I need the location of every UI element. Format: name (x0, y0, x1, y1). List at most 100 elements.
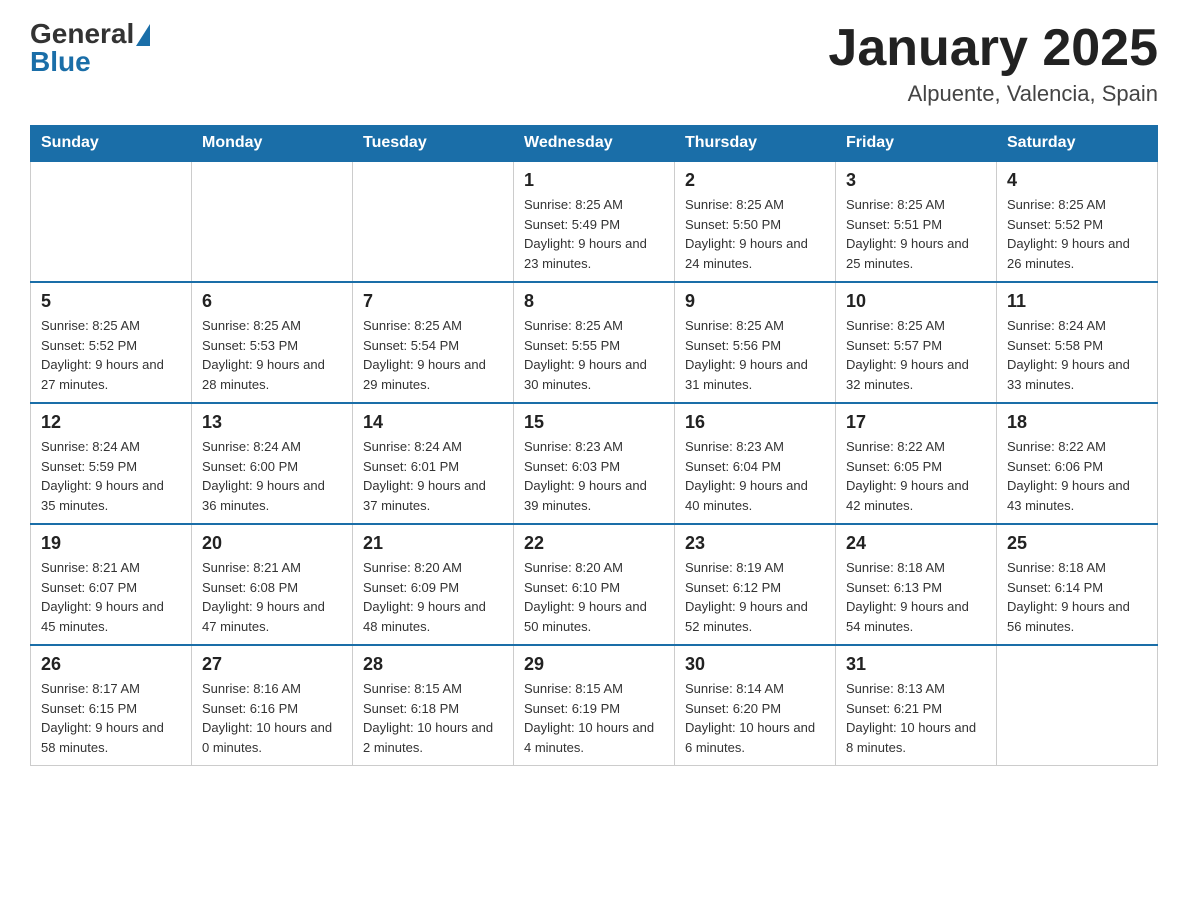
cell-day-number: 6 (202, 291, 342, 312)
cell-info-text: Sunrise: 8:20 AM Sunset: 6:10 PM Dayligh… (524, 558, 664, 636)
cell-day-number: 20 (202, 533, 342, 554)
logo: General Blue (30, 20, 150, 76)
cell-day-number: 14 (363, 412, 503, 433)
cell-info-text: Sunrise: 8:23 AM Sunset: 6:04 PM Dayligh… (685, 437, 825, 515)
calendar-cell: 28Sunrise: 8:15 AM Sunset: 6:18 PM Dayli… (353, 645, 514, 766)
cell-info-text: Sunrise: 8:21 AM Sunset: 6:07 PM Dayligh… (41, 558, 181, 636)
cell-info-text: Sunrise: 8:22 AM Sunset: 6:06 PM Dayligh… (1007, 437, 1147, 515)
calendar-cell (997, 645, 1158, 766)
calendar-cell: 29 Sunrise: 8:15 AM Sunset: 6:19 PM Dayli… (514, 645, 675, 766)
calendar-week-row: 26 Sunrise: 8:17 AM Sunset: 6:15 PM Dayli… (31, 645, 1158, 766)
calendar-cell: 23 Sunrise: 8:19 AM Sunset: 6:12 PM Dayli… (675, 524, 836, 645)
column-header-thursday: Thursday (675, 126, 836, 162)
calendar-cell: 22Sunrise: 8:20 AM Sunset: 6:10 PM Dayli… (514, 524, 675, 645)
calendar-cell: 8 Sunrise: 8:25 AM Sunset: 5:55 PM Daylig… (514, 282, 675, 403)
cell-info-text: Sunrise: 8:17 AM Sunset: 6:15 PM Dayligh… (41, 679, 181, 757)
cell-info-text: Sunrise: 8:22 AM Sunset: 6:05 PM Dayligh… (846, 437, 986, 515)
cell-info-text: Sunrise: 8:25 AM Sunset: 5:50 PM Dayligh… (685, 195, 825, 273)
calendar-cell: 4 Sunrise: 8:25 AM Sunset: 5:52 PM Daylig… (997, 161, 1158, 282)
cell-info-text: Sunrise: 8:21 AM Sunset: 6:08 PM Dayligh… (202, 558, 342, 636)
cell-info-text: Sunrise: 8:16 AM Sunset: 6:16 PM Dayligh… (202, 679, 342, 757)
cell-day-number: 27 (202, 654, 342, 675)
calendar-cell: 1Sunrise: 8:25 AM Sunset: 5:49 PM Daylig… (514, 161, 675, 282)
calendar-cell: 27 Sunrise: 8:16 AM Sunset: 6:16 PM Dayli… (192, 645, 353, 766)
cell-day-number: 30 (685, 654, 825, 675)
calendar-cell: 9 Sunrise: 8:25 AM Sunset: 5:56 PM Daylig… (675, 282, 836, 403)
calendar-cell: 15Sunrise: 8:23 AM Sunset: 6:03 PM Dayli… (514, 403, 675, 524)
cell-info-text: Sunrise: 8:13 AM Sunset: 6:21 PM Dayligh… (846, 679, 986, 757)
cell-info-text: Sunrise: 8:25 AM Sunset: 5:52 PM Dayligh… (1007, 195, 1147, 273)
column-header-wednesday: Wednesday (514, 126, 675, 162)
cell-day-number: 2 (685, 170, 825, 191)
calendar-cell: 25Sunrise: 8:18 AM Sunset: 6:14 PM Dayli… (997, 524, 1158, 645)
logo-blue-text: Blue (30, 48, 150, 76)
calendar-cell: 10 Sunrise: 8:25 AM Sunset: 5:57 PM Dayli… (836, 282, 997, 403)
page-header: General Blue January 2025 Alpuente, Vale… (30, 20, 1158, 107)
calendar-cell: 21 Sunrise: 8:20 AM Sunset: 6:09 PM Dayli… (353, 524, 514, 645)
cell-info-text: Sunrise: 8:25 AM Sunset: 5:53 PM Dayligh… (202, 316, 342, 394)
cell-day-number: 8 (524, 291, 664, 312)
calendar-cell: 20 Sunrise: 8:21 AM Sunset: 6:08 PM Dayli… (192, 524, 353, 645)
column-header-tuesday: Tuesday (353, 126, 514, 162)
cell-day-number: 10 (846, 291, 986, 312)
cell-day-number: 24 (846, 533, 986, 554)
calendar-week-row: 5Sunrise: 8:25 AM Sunset: 5:52 PM Daylig… (31, 282, 1158, 403)
calendar-cell: 13 Sunrise: 8:24 AM Sunset: 6:00 PM Dayli… (192, 403, 353, 524)
calendar-cell: 26 Sunrise: 8:17 AM Sunset: 6:15 PM Dayli… (31, 645, 192, 766)
cell-day-number: 19 (41, 533, 181, 554)
calendar-cell (31, 161, 192, 282)
cell-day-number: 15 (524, 412, 664, 433)
cell-info-text: Sunrise: 8:20 AM Sunset: 6:09 PM Dayligh… (363, 558, 503, 636)
calendar-cell (192, 161, 353, 282)
cell-info-text: Sunrise: 8:18 AM Sunset: 6:13 PM Dayligh… (846, 558, 986, 636)
cell-info-text: Sunrise: 8:24 AM Sunset: 5:59 PM Dayligh… (41, 437, 181, 515)
cell-info-text: Sunrise: 8:24 AM Sunset: 5:58 PM Dayligh… (1007, 316, 1147, 394)
cell-day-number: 17 (846, 412, 986, 433)
calendar-cell: 7 Sunrise: 8:25 AM Sunset: 5:54 PM Daylig… (353, 282, 514, 403)
logo-triangle-icon (136, 24, 150, 46)
cell-day-number: 12 (41, 412, 181, 433)
cell-day-number: 29 (524, 654, 664, 675)
cell-day-number: 9 (685, 291, 825, 312)
calendar-subtitle: Alpuente, Valencia, Spain (828, 81, 1158, 107)
cell-day-number: 31 (846, 654, 986, 675)
calendar-cell: 2 Sunrise: 8:25 AM Sunset: 5:50 PM Daylig… (675, 161, 836, 282)
cell-day-number: 13 (202, 412, 342, 433)
cell-info-text: Sunrise: 8:24 AM Sunset: 6:01 PM Dayligh… (363, 437, 503, 515)
cell-info-text: Sunrise: 8:25 AM Sunset: 5:51 PM Dayligh… (846, 195, 986, 273)
calendar-cell: 5Sunrise: 8:25 AM Sunset: 5:52 PM Daylig… (31, 282, 192, 403)
cell-day-number: 4 (1007, 170, 1147, 191)
cell-day-number: 18 (1007, 412, 1147, 433)
cell-info-text: Sunrise: 8:25 AM Sunset: 5:54 PM Dayligh… (363, 316, 503, 394)
calendar-cell: 16 Sunrise: 8:23 AM Sunset: 6:04 PM Dayli… (675, 403, 836, 524)
cell-info-text: Sunrise: 8:19 AM Sunset: 6:12 PM Dayligh… (685, 558, 825, 636)
header-right: January 2025 Alpuente, Valencia, Spain (828, 20, 1158, 107)
cell-info-text: Sunrise: 8:25 AM Sunset: 5:56 PM Dayligh… (685, 316, 825, 394)
calendar-table: SundayMondayTuesdayWednesdayThursdayFrid… (30, 125, 1158, 766)
calendar-week-row: 12 Sunrise: 8:24 AM Sunset: 5:59 PM Dayli… (31, 403, 1158, 524)
cell-day-number: 16 (685, 412, 825, 433)
cell-day-number: 3 (846, 170, 986, 191)
calendar-cell: 24 Sunrise: 8:18 AM Sunset: 6:13 PM Dayli… (836, 524, 997, 645)
cell-info-text: Sunrise: 8:14 AM Sunset: 6:20 PM Dayligh… (685, 679, 825, 757)
calendar-cell: 19 Sunrise: 8:21 AM Sunset: 6:07 PM Dayli… (31, 524, 192, 645)
cell-day-number: 1 (524, 170, 664, 191)
calendar-cell: 18 Sunrise: 8:22 AM Sunset: 6:06 PM Dayli… (997, 403, 1158, 524)
calendar-cell: 30 Sunrise: 8:14 AM Sunset: 6:20 PM Dayli… (675, 645, 836, 766)
cell-info-text: Sunrise: 8:25 AM Sunset: 5:57 PM Dayligh… (846, 316, 986, 394)
column-header-friday: Friday (836, 126, 997, 162)
cell-day-number: 21 (363, 533, 503, 554)
cell-info-text: Sunrise: 8:25 AM Sunset: 5:55 PM Dayligh… (524, 316, 664, 394)
column-header-saturday: Saturday (997, 126, 1158, 162)
calendar-cell: 17 Sunrise: 8:22 AM Sunset: 6:05 PM Dayli… (836, 403, 997, 524)
cell-day-number: 7 (363, 291, 503, 312)
logo-general-text: General (30, 20, 150, 48)
cell-day-number: 28 (363, 654, 503, 675)
cell-day-number: 26 (41, 654, 181, 675)
cell-info-text: Sunrise: 8:24 AM Sunset: 6:00 PM Dayligh… (202, 437, 342, 515)
cell-day-number: 23 (685, 533, 825, 554)
cell-day-number: 5 (41, 291, 181, 312)
calendar-header-row: SundayMondayTuesdayWednesdayThursdayFrid… (31, 126, 1158, 162)
cell-day-number: 25 (1007, 533, 1147, 554)
cell-info-text: Sunrise: 8:15 AM Sunset: 6:19 PM Dayligh… (524, 679, 664, 757)
